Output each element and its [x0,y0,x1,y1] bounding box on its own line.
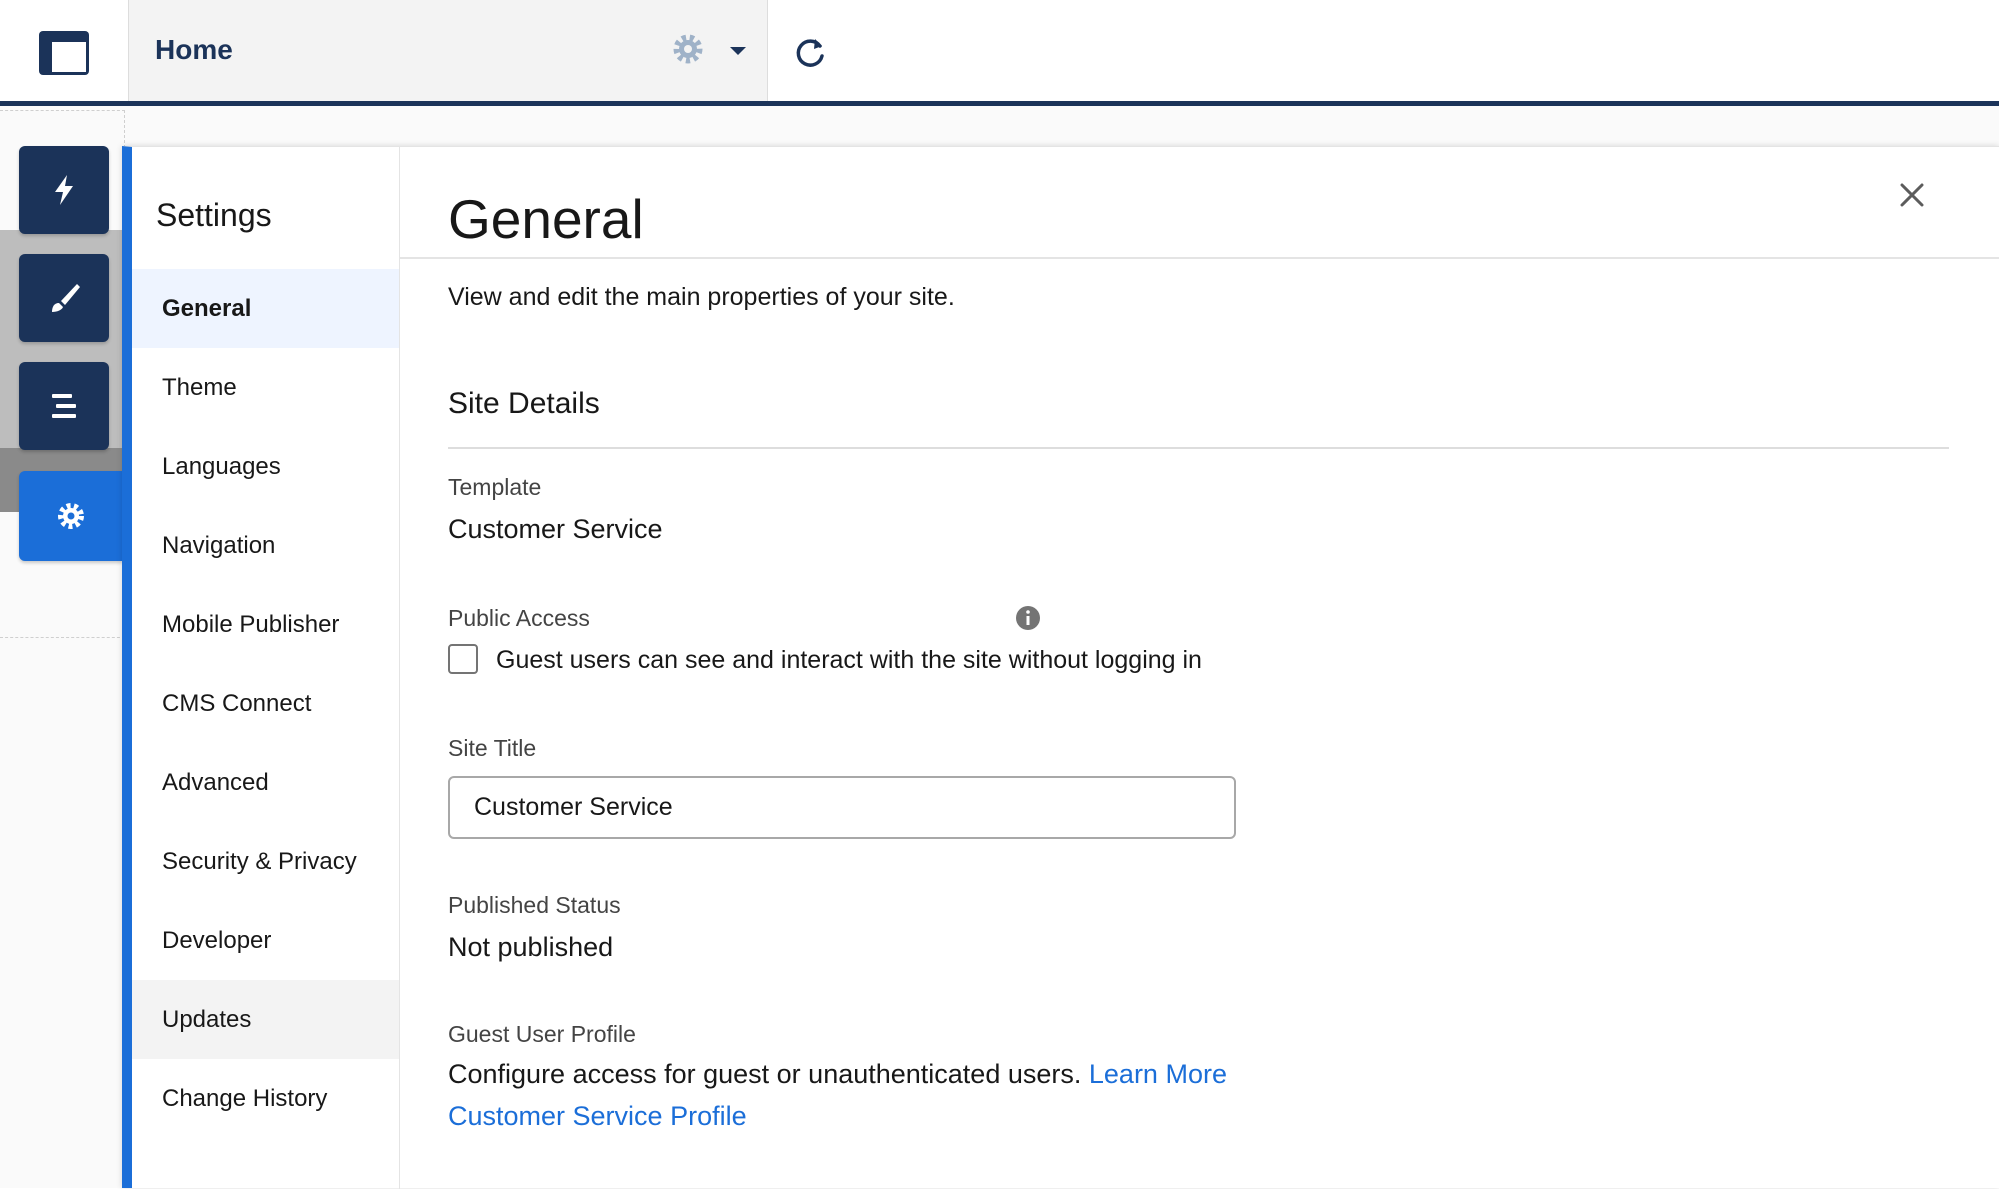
page-description: View and edit the main properties of you… [448,283,955,311]
settings-nav-list: General Theme Languages Navigation Mobil… [132,269,399,1138]
nav-item-mobile-publisher[interactable]: Mobile Publisher [132,585,399,664]
nav-item-theme[interactable]: Theme [132,348,399,427]
template-label: Template [448,474,542,500]
section-title-site-details: Site Details [448,387,600,420]
nav-item-advanced[interactable]: Advanced [132,743,399,822]
page-structure-button[interactable] [19,362,109,450]
learn-more-link[interactable]: Learn More [1089,1059,1227,1089]
public-access-label: Public Access [448,605,590,631]
settings-sidebar: Settings General Theme Languages Navigat… [132,147,400,1189]
guest-profile-description: Configure access for guest or unauthenti… [448,1059,1227,1090]
info-icon[interactable] [1015,605,1041,631]
guest-profile-description-text: Configure access for guest or unauthenti… [448,1059,1082,1089]
public-access-checkbox[interactable] [448,644,478,674]
nav-item-developer[interactable]: Developer [132,901,399,980]
app-layout-icon[interactable] [38,30,90,76]
page-tab-title: Home [155,34,233,65]
top-bar: Home [0,0,1999,101]
nav-item-languages[interactable]: Languages [132,427,399,506]
gear-icon [58,503,84,529]
title-divider [400,257,1999,259]
site-title-input[interactable] [448,776,1236,839]
nav-item-change-history[interactable]: Change History [132,1059,399,1138]
page-title: General [448,188,644,250]
nav-item-security-privacy[interactable]: Security & Privacy [132,822,399,901]
section-divider [448,447,1949,449]
guest-user-profile-label: Guest User Profile [448,1021,636,1047]
template-value: Customer Service [448,514,663,544]
paintbrush-icon [52,284,80,312]
list-icon [52,394,76,418]
nav-item-cms-connect[interactable]: CMS Connect [132,664,399,743]
settings-title: Settings [156,197,272,233]
nav-item-general[interactable]: General [132,269,399,348]
refresh-icon[interactable] [793,36,827,70]
settings-button[interactable] [19,471,123,561]
close-icon[interactable] [1892,175,1932,215]
lightning-bolt-icon [55,175,73,205]
site-title-label: Site Title [448,735,537,761]
nav-item-navigation[interactable]: Navigation [132,506,399,585]
chevron-down-icon[interactable] [729,46,747,56]
published-status-value: Not published [448,932,614,962]
nav-item-updates[interactable]: Updates [132,980,399,1059]
theme-button[interactable] [19,254,109,342]
published-status-label: Published Status [448,892,621,918]
public-access-checkbox-label[interactable]: Guest users can see and interact with th… [496,646,1202,675]
guest-profile-link[interactable]: Customer Service Profile [448,1101,747,1132]
settings-content: General View and edit the main propertie… [400,147,1999,1189]
components-button[interactable] [19,146,109,234]
gear-icon[interactable] [670,31,706,67]
settings-panel: Settings General Theme Languages Navigat… [122,146,1999,1189]
